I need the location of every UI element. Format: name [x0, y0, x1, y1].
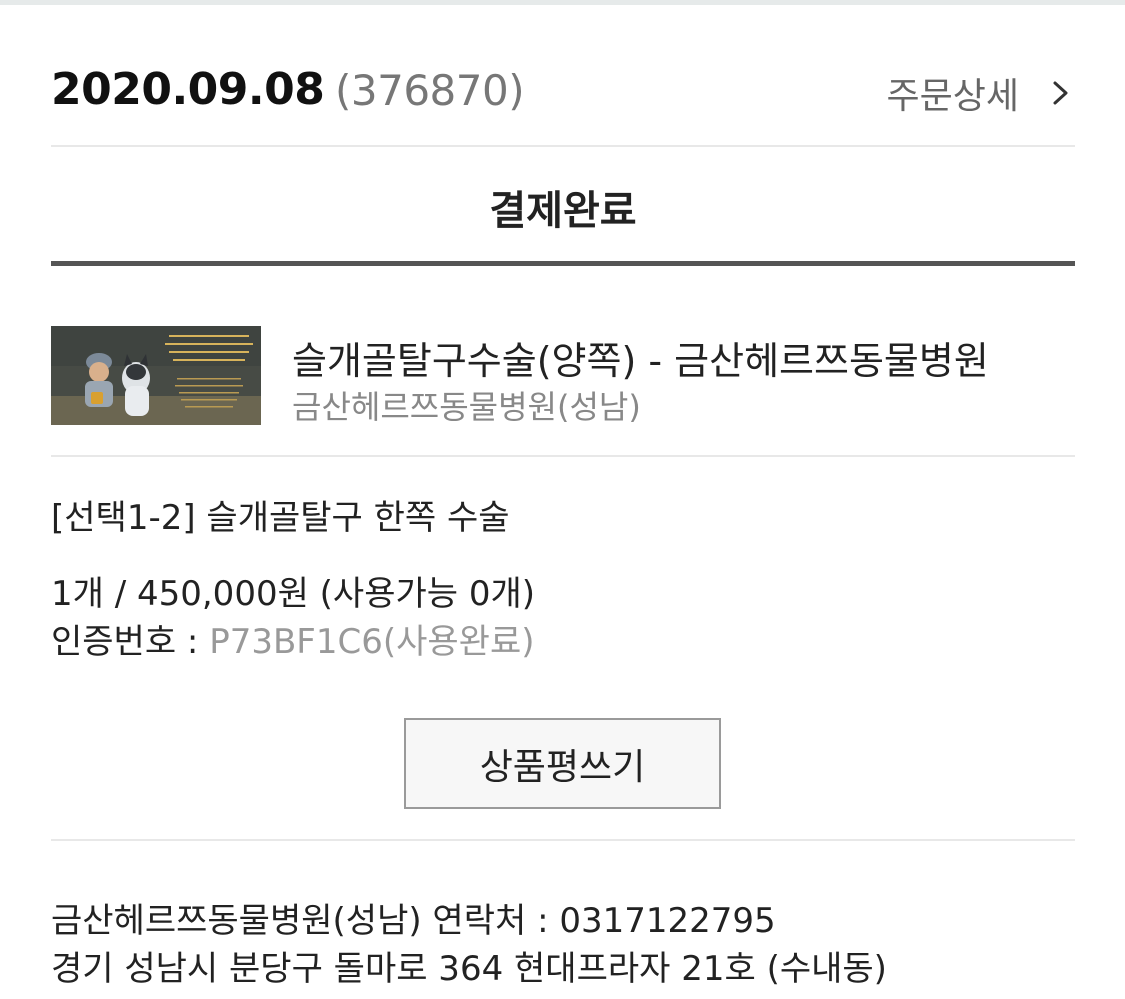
order-detail-label: 주문상세 — [886, 76, 1019, 117]
write-review-button[interactable]: 상품평쓰기 — [404, 718, 721, 809]
product-thumbnail[interactable] — [51, 326, 261, 425]
auth-number-code: P73BF1C6(사용완료) — [209, 622, 535, 662]
divider — [51, 839, 1075, 841]
option-title: [선택1-2] 슬개골탈구 한쪽 수술 — [51, 498, 510, 538]
chevron-right-icon — [1053, 81, 1068, 105]
status-divider — [51, 261, 1075, 266]
auth-number: 인증번호 : P73BF1C6(사용완료) — [51, 614, 535, 663]
divider — [51, 145, 1075, 147]
shop-contact: 금산헤르쯔동물병원(성남) 연락처 : 0317122795 — [51, 901, 776, 941]
payment-status: 결제완료 — [489, 188, 637, 234]
order-detail-link[interactable]: 주문상세 — [887, 68, 1075, 118]
order-date: 2020.09.08 — [51, 64, 325, 115]
divider — [51, 455, 1075, 457]
auth-number-label: 인증번호 : — [51, 622, 210, 662]
order-header: 2020.09.08 (376870) 주문상세 — [51, 62, 1075, 122]
shop-address: 경기 성남시 분당구 돌마로 364 현대프라자 21호 (수내동) — [51, 949, 887, 989]
product-shop: 금산헤르쯔동물병원(성남) — [292, 388, 641, 426]
product-thumbnail-image — [51, 326, 261, 425]
option-quantity-price: 1개 / 450,000원 (사용가능 0개) — [51, 574, 536, 614]
order-number: (376870) — [335, 66, 525, 115]
top-divider — [0, 0, 1125, 5]
product-name[interactable]: 슬개골탈구수술(양쪽) - 금산헤르쯔동물병원 — [292, 330, 989, 385]
